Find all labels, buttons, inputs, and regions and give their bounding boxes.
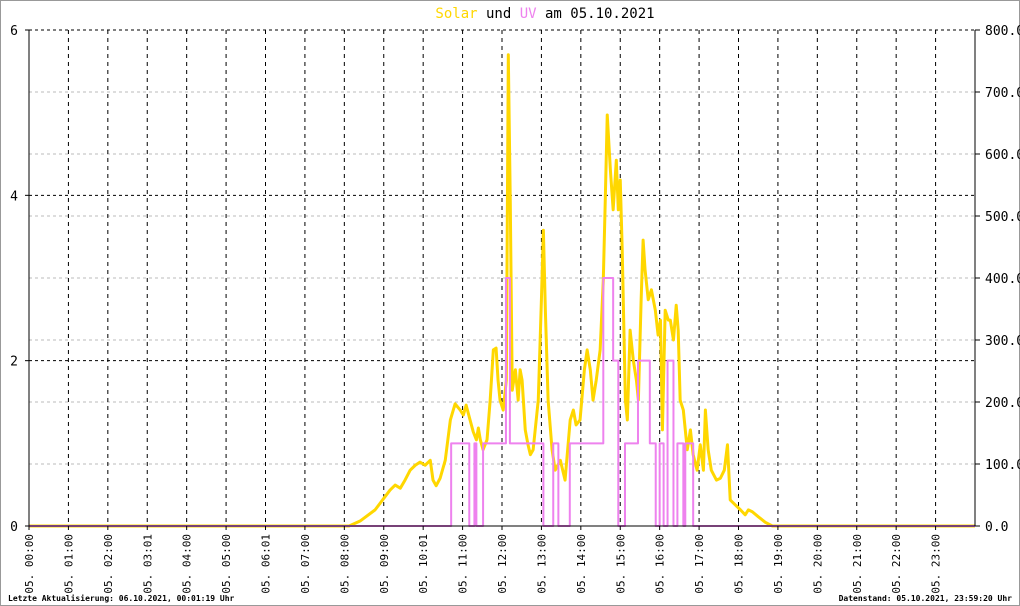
x-tick-label: 05. 15:00 [614, 534, 627, 594]
title-part-0: Solar [435, 6, 477, 22]
chart-title: Solar und UV am 05.10.2021 [435, 6, 654, 22]
axes: 0.0 100.0 200.0 300.0 400.0 500.0 600.0 700.0 80… [10, 24, 1020, 594]
footer-last-update: Letzte Aktualisierung: 06.10.2021, 00:01… [8, 593, 235, 603]
x-tick-label: 05. 11:00 [457, 534, 470, 594]
footer-data-status: Datenstand: 05.10.2021, 23:59:20 Uhr [839, 594, 1013, 603]
x-tick-label: 05. 02:00 [102, 534, 115, 594]
x-tick-label: 05. 22:00 [890, 534, 903, 594]
x-tick-label: 05. 13:00 [535, 534, 548, 594]
x-tick-label: 05. 05:00 [220, 534, 233, 594]
x-tick-label: 05. 07:00 [299, 534, 312, 594]
right-tick-label: 400.0 [985, 272, 1020, 287]
x-tick-label: 05. 14:00 [575, 534, 588, 594]
x-tick-label: 05. 03:01 [141, 534, 154, 594]
left-tick-label: 4 [10, 189, 18, 204]
x-tick-label: 05. 12:00 [496, 534, 509, 594]
x-tick-label: 05. 21:00 [851, 534, 864, 594]
x-tick-label: 05. 16:00 [654, 534, 667, 594]
right-tick-label: 700.0 [985, 86, 1020, 101]
x-tick-label: 05. 01:00 [62, 534, 75, 594]
x-tick-label: 05. 20:00 [811, 534, 824, 594]
left-tick-label: 0 [10, 520, 18, 535]
x-tick-label: 05. 19:00 [772, 534, 785, 594]
x-tick-label: 05. 10:01 [417, 534, 430, 594]
left-tick-label: 6 [10, 24, 18, 39]
title-part-1: und [478, 6, 520, 22]
x-tick-label: 05. 06:01 [260, 534, 273, 594]
right-tick-label: 800.0 [985, 24, 1020, 39]
title-part-2: UV [520, 6, 537, 22]
right-tick-label: 100.0 [985, 458, 1020, 473]
title-part-3: am 05.10.2021 [537, 6, 655, 22]
x-tick-label: 05. 08:00 [338, 534, 351, 594]
x-tick-label: 05. 09:00 [378, 534, 391, 594]
right-tick-label: 0.0 [985, 520, 1008, 535]
x-tick-label: 05. 00:00 [23, 534, 36, 594]
x-tick-label: 05. 04:00 [181, 534, 194, 594]
right-tick-label: 300.0 [985, 334, 1020, 349]
grid [29, 29, 975, 526]
solar-uv-chart: Solar und UV am 05.10.2021 0.0100.0200.0… [8, 6, 1020, 603]
right-tick-label: 500.0 [985, 210, 1020, 225]
left-tick-label: 2 [10, 355, 18, 370]
x-tick-label: 05. 18:00 [733, 534, 746, 594]
x-tick-label: 05. 17:00 [693, 534, 706, 594]
right-tick-label: 200.0 [985, 396, 1020, 411]
x-tick-label: 05. 23:00 [930, 534, 943, 594]
right-tick-label: 600.0 [985, 148, 1020, 163]
